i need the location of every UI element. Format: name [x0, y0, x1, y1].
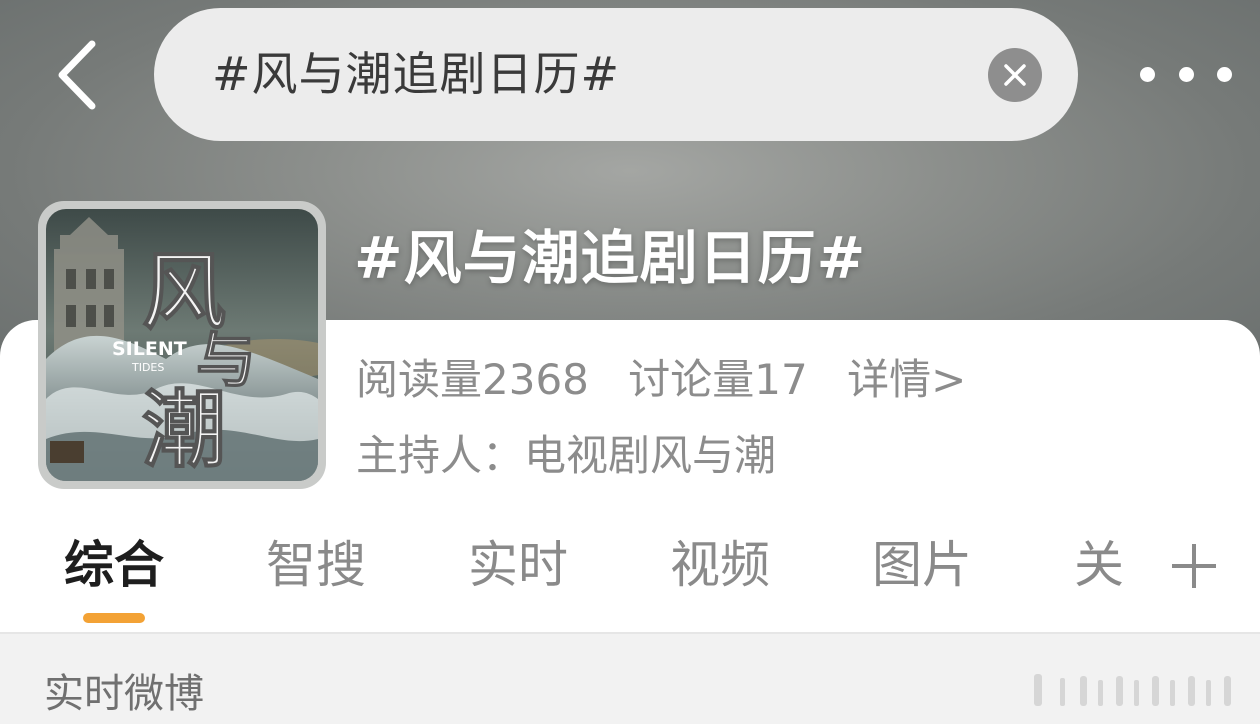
placeholder-bars-icon	[1034, 674, 1231, 706]
poster-title-char: 潮	[142, 381, 226, 479]
search-input[interactable]: #风与潮追剧日历#	[212, 8, 620, 141]
topic-stats: 阅读量2368 讨论量17 详情>	[356, 350, 992, 410]
topic-host[interactable]: 主持人：电视剧风与潮	[356, 426, 776, 486]
topic-poster[interactable]: 风 与 潮 SILENT TIDES	[38, 201, 326, 489]
topic-title: #风与潮追剧日历#	[354, 224, 867, 292]
back-button[interactable]	[48, 38, 104, 112]
section-title: 实时微博	[44, 671, 204, 717]
tab-comprehensive[interactable]: 综合	[64, 530, 164, 600]
add-tab-button[interactable]	[1164, 536, 1224, 596]
clear-search-button[interactable]	[988, 48, 1042, 102]
tab-images[interactable]: 图片	[872, 530, 972, 600]
details-link[interactable]: 详情>	[847, 355, 966, 404]
poster-image: 风 与 潮 SILENT TIDES	[46, 209, 318, 481]
poster-english-title: SILENT	[112, 338, 187, 360]
poster-english-title: TIDES	[131, 361, 164, 374]
read-count: 阅读量2368	[356, 355, 589, 404]
more-options-button[interactable]	[1140, 50, 1232, 98]
tab-divider	[0, 632, 1260, 634]
clear-x-icon	[1004, 64, 1026, 86]
tab-realtime[interactable]: 实时	[468, 530, 568, 600]
more-dots-icon	[1140, 66, 1155, 82]
more-dots-icon	[1217, 66, 1232, 82]
tab-bar: 综合 智搜 实时 视频 图片 关	[0, 530, 1260, 630]
more-dots-icon	[1178, 66, 1194, 82]
discussion-count: 讨论量17	[628, 355, 808, 404]
tab-smart-search[interactable]: 智搜	[266, 530, 366, 600]
tab-overflow-fade	[1120, 530, 1160, 610]
plus-icon	[1172, 544, 1216, 588]
active-tab-indicator	[83, 613, 145, 623]
chevron-left-icon	[58, 40, 96, 110]
tab-follow[interactable]: 关	[1074, 530, 1124, 600]
search-bar[interactable]: #风与潮追剧日历#	[154, 8, 1078, 141]
tab-video[interactable]: 视频	[670, 530, 770, 600]
